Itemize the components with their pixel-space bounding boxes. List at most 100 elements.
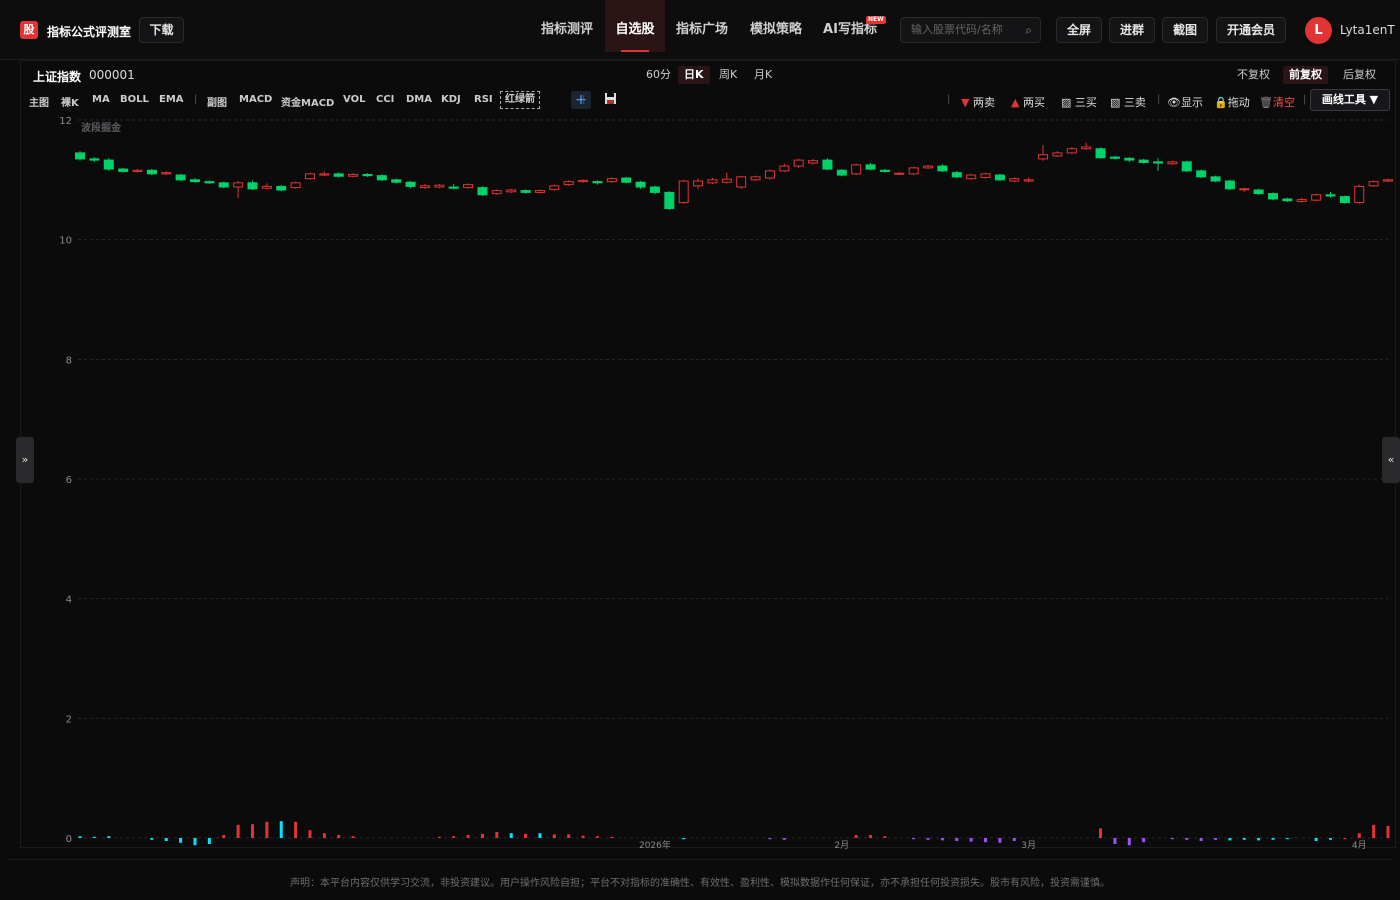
tool-show[interactable]: 👁显示	[1167, 94, 1203, 110]
join-group-button[interactable]: 进群	[1109, 17, 1155, 43]
indicator-bar	[768, 838, 772, 840]
candle-body	[304, 173, 315, 180]
tool-three-sell[interactable]: ▧ 三卖	[1110, 94, 1146, 110]
period-monthly[interactable]: 月K	[748, 66, 778, 84]
candle-body	[261, 185, 272, 189]
indicator-bar	[495, 832, 499, 838]
candle-body	[161, 172, 172, 175]
adjust-none[interactable]: 不复权	[1231, 66, 1276, 84]
candle-body	[132, 169, 143, 172]
indicator-bar	[78, 836, 82, 838]
draw-tools-dropdown[interactable]: 画线工具 ▼	[1310, 89, 1390, 111]
indicator-bar	[466, 835, 470, 838]
app-logo-icon[interactable]: 股	[20, 21, 38, 39]
tool-clear[interactable]: 🗑清空	[1259, 94, 1295, 110]
candle-body	[534, 190, 545, 193]
search-icon[interactable]: ⌕	[1025, 18, 1032, 42]
indicator-red-green-arrow[interactable]: 红绿箭	[500, 91, 540, 109]
brand-name[interactable]: 指标公式评测室	[47, 23, 131, 40]
candle-body	[1095, 148, 1106, 159]
username[interactable]: Lyta1enT	[1340, 23, 1395, 37]
indicator-ma[interactable]: MA	[92, 94, 110, 105]
period-60min[interactable]: 60分	[640, 66, 677, 84]
y-tick-label: 8	[66, 355, 72, 366]
indicator-vol[interactable]: VOL	[343, 94, 365, 105]
indicator-macd[interactable]: MACD	[239, 94, 272, 105]
candle-body	[1210, 176, 1221, 182]
avatar[interactable]: L	[1305, 17, 1332, 44]
adjust-forward[interactable]: 前复权	[1283, 66, 1328, 84]
indicator-bar	[279, 821, 283, 838]
indicator-kdj[interactable]: KDJ	[441, 94, 461, 105]
indicator-bar	[940, 838, 944, 841]
stock-search-input[interactable]: 输入股票代码/名称 ⌕	[900, 17, 1041, 43]
indicator-bar	[998, 838, 1002, 843]
indicator-main-chart[interactable]: 主图	[29, 94, 49, 109]
candle-body	[937, 165, 948, 172]
nav-watchlist[interactable]: 自选股	[605, 0, 665, 52]
indicator-bar	[984, 838, 988, 843]
indicator-bar	[538, 833, 542, 838]
candle-body	[247, 182, 258, 190]
indicator-rsi[interactable]: RSI	[474, 94, 493, 105]
indicator-bar	[1343, 838, 1347, 840]
add-indicator-button[interactable]: +	[571, 91, 591, 109]
nav-indicator-review[interactable]: 指标测评	[531, 0, 603, 52]
candle-body	[1239, 188, 1250, 191]
indicator-fund-macd[interactable]: 资金MACD	[281, 94, 334, 109]
download-button[interactable]: 下载	[139, 17, 184, 43]
indicator-bar	[610, 836, 614, 838]
separator: |	[1303, 94, 1307, 105]
indicator-bar	[265, 821, 269, 838]
triangle-up-icon: ▲	[1011, 96, 1020, 109]
fullscreen-button[interactable]: 全屏	[1056, 17, 1102, 43]
indicator-bar-layer	[78, 821, 1390, 846]
period-weekly[interactable]: 周K	[713, 66, 743, 84]
candle-layer	[75, 142, 1393, 210]
period-daily[interactable]: 日K	[678, 66, 710, 84]
separator: |	[947, 94, 951, 105]
tool-drag[interactable]: 🔒拖动	[1214, 94, 1250, 110]
nav-sim-strategy[interactable]: 模拟策略	[741, 0, 811, 52]
indicator-bar	[107, 836, 111, 838]
indicator-bar	[322, 833, 326, 838]
tool-two-sell[interactable]: ▼ 两卖	[961, 94, 995, 110]
indicator-bar	[193, 838, 197, 846]
triangle-down-icon: ▼	[961, 96, 970, 109]
indicator-bar	[595, 836, 599, 838]
indicator-dma[interactable]: DMA	[406, 94, 432, 105]
indicator-boll[interactable]: BOLL	[120, 94, 149, 105]
indicator-sub-chart[interactable]: 副图	[207, 94, 227, 109]
indicator-cci[interactable]: CCI	[376, 94, 394, 105]
nav-ai-indicator[interactable]: AI写指标	[816, 0, 884, 52]
separator: |	[1157, 94, 1161, 105]
candle-body	[419, 185, 430, 189]
indicator-bar	[150, 838, 154, 840]
indicator-naked-k[interactable]: 裸K	[61, 94, 79, 109]
separator: |	[582, 94, 586, 105]
tool-two-buy[interactable]: ▲ 两买	[1011, 94, 1045, 110]
nav-indicator-plaza[interactable]: 指标广场	[667, 0, 737, 52]
candle-body	[693, 180, 704, 187]
y-tick-label: 12	[59, 116, 72, 127]
candle-body	[276, 185, 287, 191]
candle-body	[592, 181, 603, 184]
tool-three-buy[interactable]: ▨ 三买	[1061, 94, 1097, 110]
membership-button[interactable]: 开通会员	[1216, 17, 1286, 43]
expand-right-panel-button[interactable]: «	[1382, 437, 1400, 483]
new-badge: NEW	[866, 16, 886, 24]
save-icon[interactable]	[604, 92, 617, 108]
indicator-bar	[1127, 838, 1131, 846]
candle-body	[908, 167, 919, 175]
indicator-ema[interactable]: EMA	[159, 94, 184, 105]
screenshot-button[interactable]: 截图	[1162, 17, 1208, 43]
indicator-bar	[250, 824, 254, 838]
expand-left-panel-button[interactable]: »	[16, 437, 34, 483]
candle-body	[549, 185, 560, 190]
candlestick-chart[interactable]: 0 2 4 6 8 10 12 波段掘金 2026年 2月 3月 4月	[20, 110, 1396, 850]
indicator-bar	[1214, 838, 1218, 840]
candle-body	[736, 176, 747, 188]
candle-body	[808, 160, 819, 164]
indicator-bar	[926, 838, 930, 840]
adjust-backward[interactable]: 后复权	[1337, 66, 1382, 84]
